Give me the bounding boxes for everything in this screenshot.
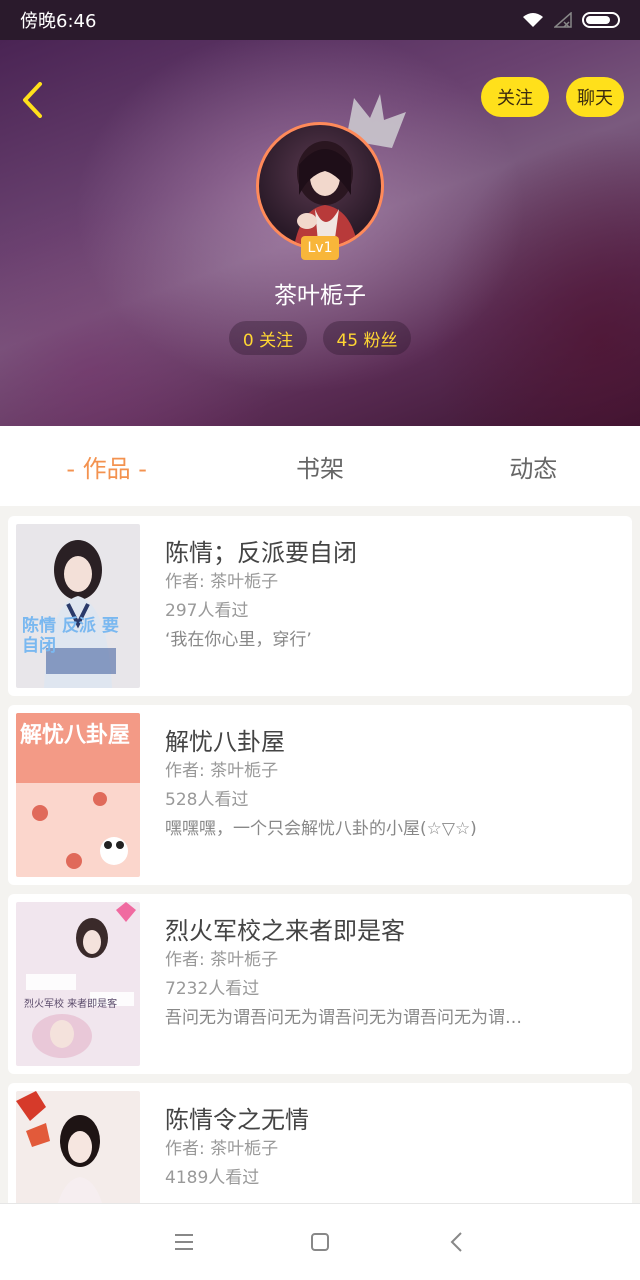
book-author: 作者: 茶叶栀子 [165,761,279,781]
menu-icon [175,1234,193,1250]
battery-icon [582,12,620,28]
wifi-icon [522,12,544,28]
status-icons [522,12,620,28]
back-button[interactable] [14,78,50,122]
home-button[interactable] [303,1225,337,1259]
chevron-left-icon [23,82,42,118]
chat-button[interactable]: 聊天 [566,77,624,117]
following-count[interactable]: 0 关注 [229,321,307,355]
book-author: 作者: 茶叶栀子 [165,950,279,970]
book-card[interactable]: 解忧八卦屋 解忧八卦屋 作者: 茶叶栀子 528人看过 嘿嘿嘿，一个只会解忧八卦… [8,705,632,885]
book-description: 嘿嘿嘿，一个只会解忧八卦的小屋(☆▽☆) [165,819,477,839]
book-cover: 解忧八卦屋 [16,713,140,877]
book-views: 7232人看过 [165,979,260,999]
book-cover: 烈火军校 来者即是客 [16,902,140,1066]
book-cover: 陈情 反派 要自闭 [16,524,140,688]
home-icon [311,1233,329,1251]
book-author: 作者: 茶叶栀子 [165,572,279,592]
status-time: 傍晚6:46 [20,11,97,32]
book-cover-text: 解忧八卦屋 [20,723,131,748]
book-title: 烈火军校之来者即是客 [165,917,405,945]
follow-button[interactable]: 关注 [481,77,549,117]
tab-works[interactable]: - 作品 - [0,449,213,484]
menu-button[interactable] [167,1225,201,1259]
book-author: 作者: 茶叶栀子 [165,1139,279,1159]
tab-bookshelf[interactable]: 书架 [213,449,426,484]
level-badge: Lv1 [301,236,339,260]
book-views: 297人看过 [165,601,249,621]
book-title: 解忧八卦屋 [165,728,285,756]
username: 茶叶栀子 [274,283,366,309]
status-bar: 傍晚6:46 [0,0,640,40]
book-cover-text: 烈火军校 来者即是客 [24,999,118,1010]
book-card[interactable]: 烈火军校 来者即是客 烈火军校之来者即是客 作者: 茶叶栀子 7232人看过 吾… [8,894,632,1074]
content-tabs: - 作品 - 书架 动态 [0,426,640,506]
tab-activity[interactable]: 动态 [427,449,640,484]
system-nav-bar [0,1203,640,1280]
book-cover-text: 陈情 反派 要自闭 [22,616,119,656]
system-back-button[interactable] [439,1225,473,1259]
book-card[interactable]: 陈情 反派 要自闭 陈情；反派要自闭 作者: 茶叶栀子 297人看过 ‘我在你心… [8,516,632,696]
book-description: 吾问无为谓吾问无为谓吾问无为谓吾问无为谓… [165,1008,522,1028]
book-title: 陈情令之无情 [165,1106,309,1134]
book-views: 528人看过 [165,790,249,810]
signal-icon [554,12,572,28]
avatar[interactable] [256,122,384,250]
book-views: 4189人看过 [165,1168,260,1188]
book-title: 陈情；反派要自闭 [165,539,357,567]
profile-header: 关注 聊天 Lv1 茶叶栀子 0 关注 45 粉丝 [0,40,640,426]
back-icon [450,1232,462,1252]
fans-count[interactable]: 45 粉丝 [323,321,411,355]
book-description: ‘我在你心里，穿行’ [165,630,312,650]
avatar-image [294,141,358,247]
